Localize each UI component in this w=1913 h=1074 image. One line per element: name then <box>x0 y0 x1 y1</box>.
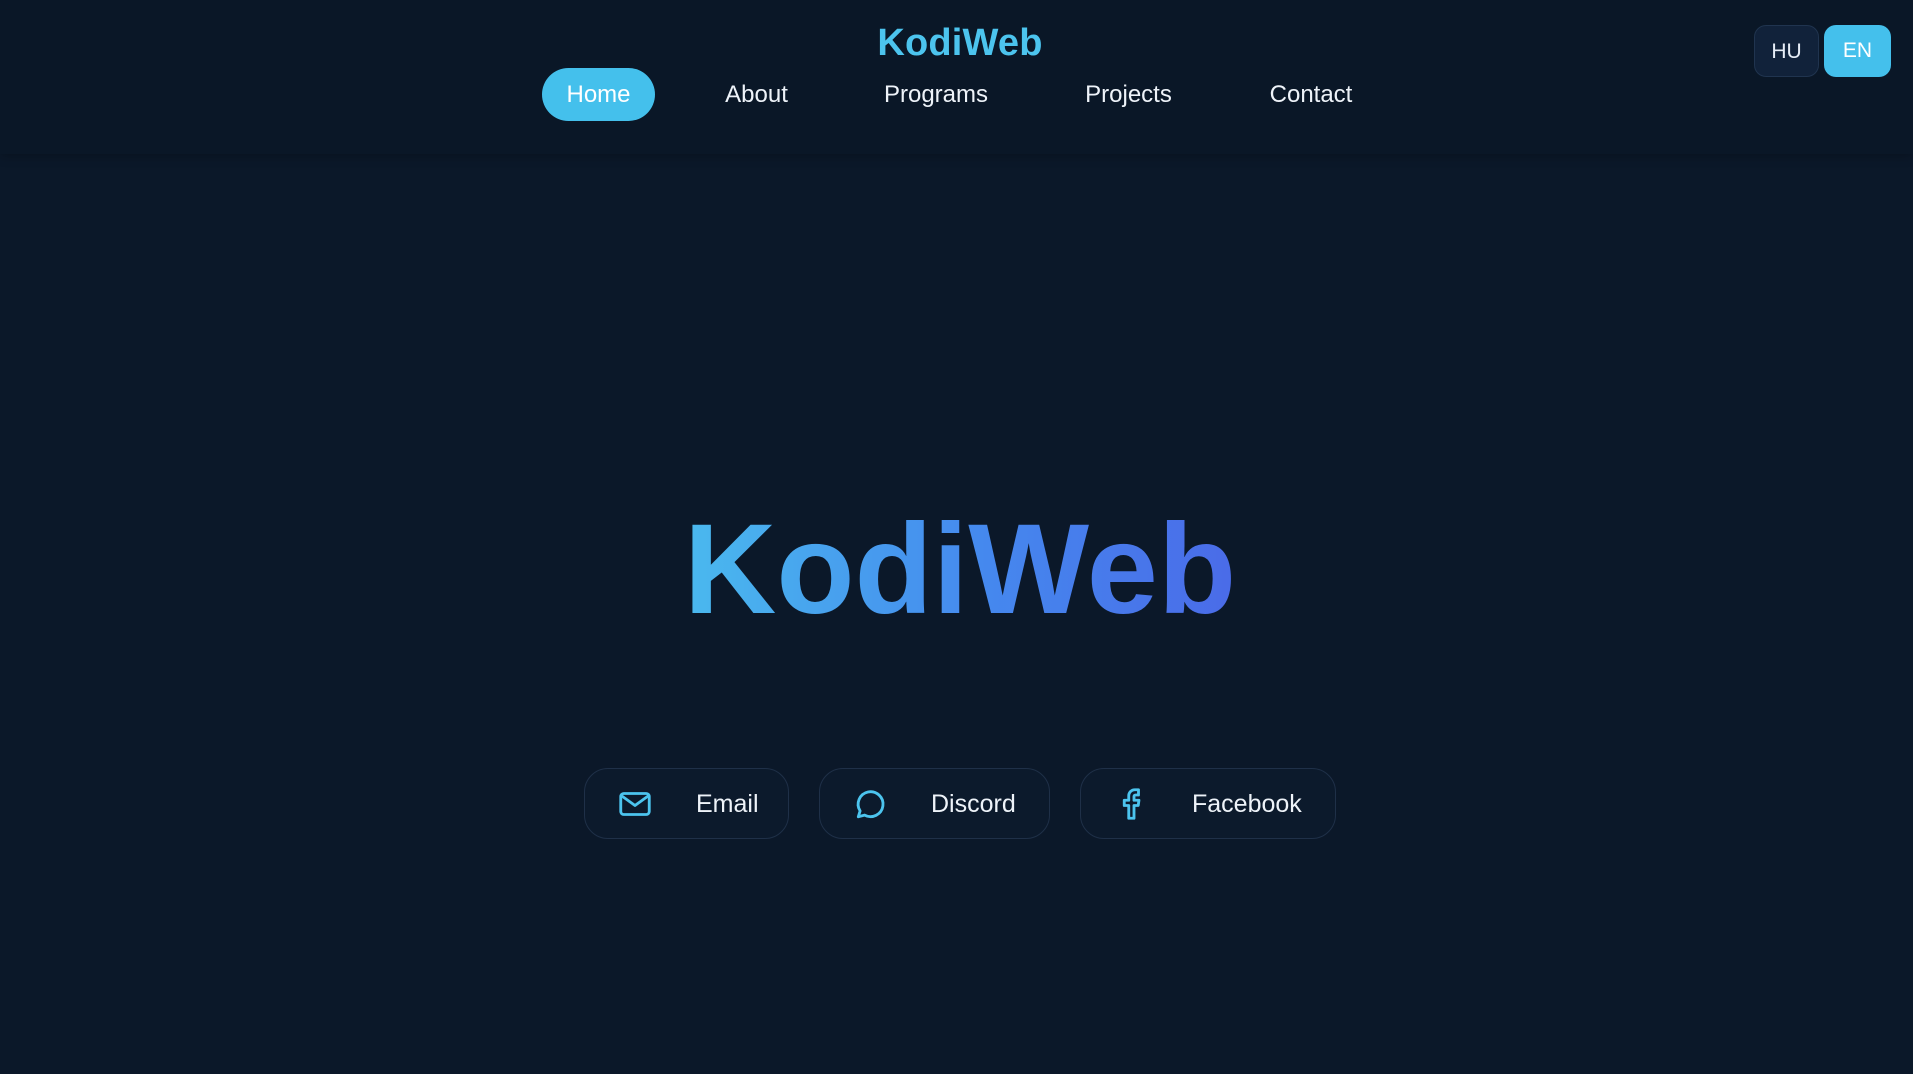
main-nav: Home About Programs Projects Contact <box>0 68 1913 121</box>
email-button[interactable]: Email <box>584 768 789 839</box>
nav-item-projects[interactable]: Projects <box>1078 68 1179 121</box>
nav-item-programs[interactable]: Programs <box>876 68 996 121</box>
site-header: KodiWeb Home About Programs Projects Con… <box>0 0 1913 154</box>
nav-item-home[interactable]: Home <box>542 68 655 121</box>
facebook-icon <box>1122 788 1141 820</box>
site-logo-text[interactable]: KodiWeb <box>0 22 1913 65</box>
discord-button[interactable]: Discord <box>819 768 1050 839</box>
hero-title: KodiWeb <box>0 500 1913 640</box>
mail-icon <box>619 792 651 816</box>
language-en-button[interactable]: EN <box>1824 25 1891 77</box>
facebook-button[interactable]: Facebook <box>1080 768 1336 839</box>
chat-bubble-icon <box>856 790 885 819</box>
language-hu-button[interactable]: HU <box>1754 25 1819 77</box>
hero-title-text: KodiWeb <box>683 498 1237 641</box>
email-button-label: Email <box>696 790 759 818</box>
discord-button-label: Discord <box>931 790 1016 818</box>
facebook-button-label: Facebook <box>1192 790 1302 818</box>
nav-item-about[interactable]: About <box>717 68 796 121</box>
nav-item-contact[interactable]: Contact <box>1261 68 1361 121</box>
